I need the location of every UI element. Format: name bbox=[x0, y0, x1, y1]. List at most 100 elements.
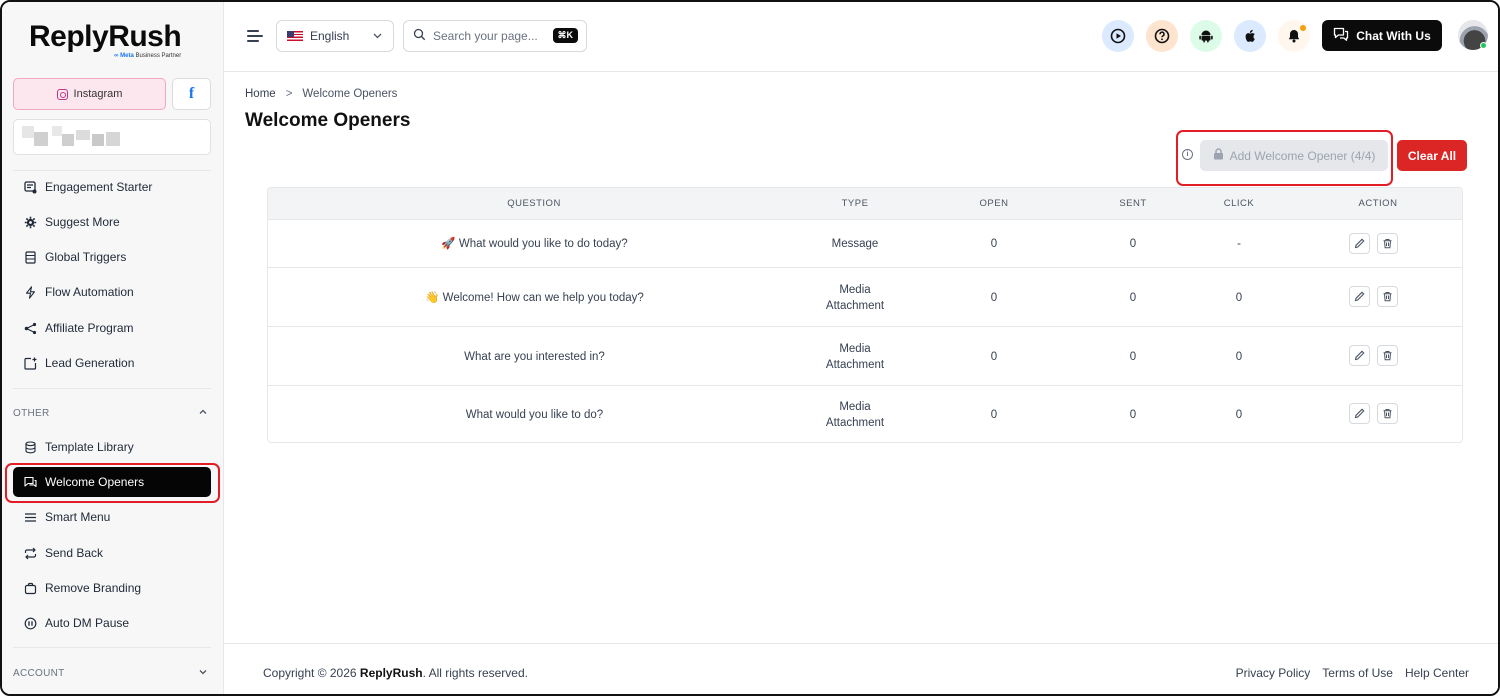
sidebar-item-flow-automation[interactable]: Flow Automation bbox=[13, 277, 211, 307]
menu-toggle-icon[interactable] bbox=[247, 29, 263, 43]
table-row: 👋 Welcome! How can we help you today? Me… bbox=[268, 268, 1462, 327]
sidebar-item-label: Affiliate Program bbox=[45, 321, 134, 335]
menu-icon bbox=[24, 511, 37, 524]
account-selector[interactable] bbox=[13, 119, 211, 155]
footer-links: Privacy Policy Terms of Use Help Center bbox=[1236, 666, 1469, 680]
edit-button[interactable] bbox=[1349, 233, 1370, 254]
divider bbox=[13, 170, 211, 171]
cell-open: 0 bbox=[990, 351, 998, 363]
sidebar-item-send-back[interactable]: Send Back bbox=[13, 538, 211, 568]
cell-click: 0 bbox=[1235, 292, 1243, 304]
delete-button[interactable] bbox=[1377, 403, 1398, 424]
column-header-question: QUESTION bbox=[507, 198, 561, 209]
privacy-policy-link[interactable]: Privacy Policy bbox=[1236, 666, 1311, 680]
footer: Copyright © 2026 ReplyRush. All rights r… bbox=[224, 643, 1498, 694]
android-icon[interactable] bbox=[1190, 20, 1222, 52]
gear-icon bbox=[24, 216, 37, 229]
cell-click: - bbox=[1237, 238, 1241, 250]
cell-open: 0 bbox=[990, 292, 998, 304]
sidebar-item-label: Remove Branding bbox=[45, 581, 142, 595]
column-header-sent: SENT bbox=[1119, 198, 1147, 209]
cell-question: 👋 Welcome! How can we help you today? bbox=[425, 292, 644, 304]
delete-button[interactable] bbox=[1377, 233, 1398, 254]
app-window: ReplyRush ∞ Meta Business Partner Instag… bbox=[0, 0, 1500, 696]
shortcut-badge: ⌘K bbox=[552, 28, 578, 43]
instagram-icon bbox=[56, 88, 68, 100]
notification-dot bbox=[1300, 25, 1306, 31]
help-center-link[interactable]: Help Center bbox=[1405, 666, 1469, 680]
share-icon bbox=[24, 322, 37, 335]
sidebar-item-global-triggers[interactable]: Global Triggers bbox=[13, 242, 211, 272]
cell-sent: 0 bbox=[1129, 409, 1137, 421]
sidebar-item-auto-dm-pause[interactable]: Auto DM Pause bbox=[13, 608, 211, 638]
blurred-pixel bbox=[106, 132, 120, 146]
table-row: What would you like to do? Media Attachm… bbox=[268, 386, 1462, 442]
sidebar-item-affiliate-program[interactable]: Affiliate Program bbox=[13, 313, 211, 343]
blurred-pixel bbox=[22, 126, 34, 138]
breadcrumb: Home > Welcome Openers bbox=[245, 88, 397, 100]
terms-of-use-link[interactable]: Terms of Use bbox=[1322, 666, 1393, 680]
online-status-dot bbox=[1480, 42, 1487, 49]
language-select[interactable]: English bbox=[276, 20, 394, 52]
search-placeholder: Search your page... bbox=[433, 29, 538, 43]
chat-with-us-button[interactable]: Chat With Us bbox=[1322, 20, 1442, 51]
chevron-down-icon[interactable] bbox=[198, 667, 208, 680]
section-label-account: ACCOUNT bbox=[13, 668, 65, 679]
table-header: QUESTION TYPE OPEN SENT CLICK ACTION bbox=[268, 188, 1462, 220]
section-label-other: OTHER bbox=[13, 408, 50, 419]
sidebar-item-lead-generation[interactable]: Lead Generation bbox=[13, 348, 211, 378]
pause-icon bbox=[24, 617, 37, 630]
annotation-highlight-sidebar bbox=[5, 463, 220, 503]
help-icon[interactable] bbox=[1146, 20, 1178, 52]
account-tabs: Instagram f bbox=[13, 78, 211, 110]
us-flag-icon bbox=[287, 31, 303, 41]
chat-button-label: Chat With Us bbox=[1356, 28, 1431, 43]
edit-button[interactable] bbox=[1349, 286, 1370, 307]
welcome-openers-table: QUESTION TYPE OPEN SENT CLICK ACTION 🚀 W… bbox=[267, 187, 1463, 443]
delete-button[interactable] bbox=[1377, 286, 1398, 307]
divider bbox=[13, 388, 211, 389]
tab-facebook[interactable]: f bbox=[172, 78, 211, 110]
sidebar-item-label: Auto DM Pause bbox=[45, 616, 130, 630]
divider bbox=[13, 647, 211, 648]
delete-button[interactable] bbox=[1377, 345, 1398, 366]
breadcrumb-home[interactable]: Home bbox=[245, 88, 276, 100]
sidebar-item-engagement-starter[interactable]: Engagement Starter bbox=[13, 172, 211, 202]
edit-button[interactable] bbox=[1349, 403, 1370, 424]
engagement-icon bbox=[24, 180, 37, 194]
sidebar-item-label: Send Back bbox=[45, 546, 104, 560]
cell-type: Media Attachment bbox=[825, 284, 885, 312]
breadcrumb-current: Welcome Openers bbox=[302, 88, 398, 100]
clear-all-button[interactable]: Clear All bbox=[1397, 140, 1467, 171]
annotation-highlight-add-button bbox=[1176, 130, 1393, 186]
apple-icon[interactable] bbox=[1234, 20, 1266, 52]
search-input[interactable]: Search your page... ⌘K bbox=[403, 20, 587, 52]
column-header-action: ACTION bbox=[1358, 198, 1398, 209]
list-icon bbox=[24, 250, 37, 264]
tag-icon bbox=[24, 582, 37, 595]
play-icon[interactable] bbox=[1102, 20, 1134, 52]
sidebar-item-label: Suggest More bbox=[45, 215, 120, 229]
cell-click: 0 bbox=[1235, 351, 1243, 363]
bolt-icon bbox=[24, 285, 37, 299]
sidebar-item-smart-menu[interactable]: Smart Menu bbox=[13, 502, 211, 532]
sidebar-item-suggest-more[interactable]: Suggest More bbox=[13, 207, 211, 237]
database-icon bbox=[24, 440, 37, 454]
edit-button[interactable] bbox=[1349, 345, 1370, 366]
language-value: English bbox=[310, 29, 350, 43]
chevron-up-icon[interactable] bbox=[198, 407, 208, 420]
sidebar-item-template-library[interactable]: Template Library bbox=[13, 432, 211, 462]
blurred-pixel bbox=[62, 134, 74, 146]
repeat-icon bbox=[24, 547, 37, 560]
copyright-text: Copyright © 2026 ReplyRush. All rights r… bbox=[263, 666, 528, 680]
sidebar-item-label: Engagement Starter bbox=[45, 180, 153, 194]
sidebar-item-label: Template Library bbox=[45, 440, 134, 454]
cell-sent: 0 bbox=[1129, 238, 1137, 250]
blurred-pixel bbox=[92, 134, 104, 146]
bell-icon[interactable] bbox=[1278, 20, 1310, 52]
tab-instagram[interactable]: Instagram bbox=[13, 78, 166, 110]
facebook-icon: f bbox=[188, 85, 195, 102]
cell-open: 0 bbox=[990, 409, 998, 421]
sidebar-item-remove-branding[interactable]: Remove Branding bbox=[13, 573, 211, 603]
cell-type: Message bbox=[831, 238, 879, 250]
